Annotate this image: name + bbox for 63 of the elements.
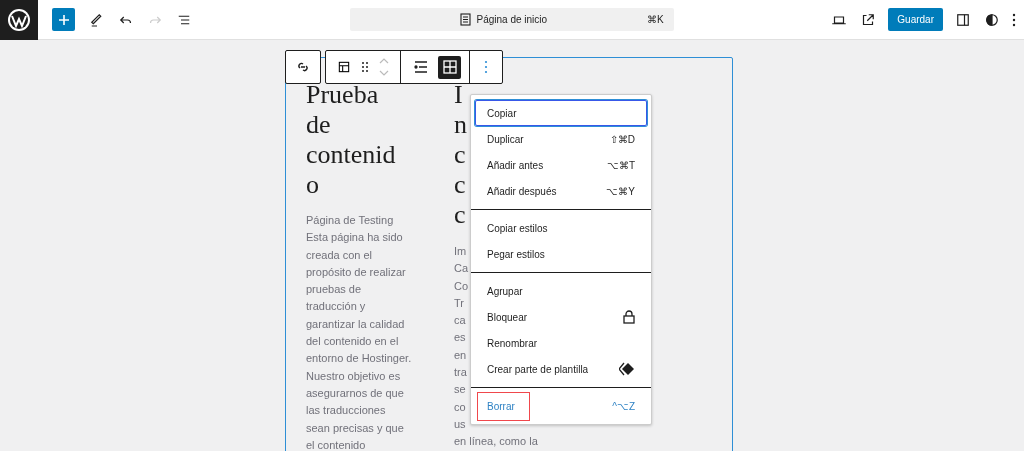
body-text-line: us — [454, 416, 466, 432]
lock-icon — [623, 310, 635, 324]
grid-icon — [442, 60, 457, 74]
more-options-icon[interactable] — [1012, 12, 1016, 27]
body-text-line: Página de Testing — [306, 213, 395, 228]
body-text-line: se — [454, 382, 466, 398]
heading-line: o — [306, 170, 320, 200]
add-block-button[interactable] — [52, 8, 75, 31]
plus-icon — [57, 13, 70, 26]
body-text-line: en — [454, 347, 467, 363]
heading-line: de — [306, 110, 332, 140]
body-text-line: Ca — [454, 261, 469, 277]
heading-line: n — [454, 110, 467, 140]
body-text-line: Nuestro objetivo es — [306, 368, 402, 384]
body-text-line: ca — [454, 313, 466, 329]
body-text-line: co — [454, 399, 466, 415]
link-button[interactable] — [285, 50, 321, 84]
menu-item[interactable]: Agrupar — [475, 278, 647, 304]
drag-handle-icon[interactable] — [362, 61, 368, 73]
body-text-line: Co — [454, 278, 469, 294]
diamond-icon — [619, 362, 635, 376]
heading-line: contenid — [306, 140, 397, 170]
body-text-line: Im — [454, 244, 467, 259]
body-text-line: las traducciones — [306, 403, 387, 419]
save-button[interactable]: Guardar — [888, 8, 943, 31]
options-icon[interactable] — [484, 60, 488, 74]
body-text-line: sean precisas y que — [306, 420, 405, 436]
menu-item[interactable]: Bloquear — [475, 304, 647, 330]
stack-icon — [413, 61, 428, 73]
body-text-line: creada con el — [306, 247, 374, 263]
menu-item[interactable]: Copiar — [475, 100, 647, 126]
link-icon — [297, 62, 309, 72]
heading-line: Prueba — [306, 80, 380, 110]
body-text-line: es — [454, 330, 466, 346]
menu-item[interactable]: Añadir después ⌥⌘Y — [475, 178, 647, 204]
heading-line: c — [454, 170, 466, 200]
page-icon — [459, 13, 471, 26]
body-text-line: pruebas de — [306, 282, 363, 298]
menu-item[interactable]: Pegar estilos — [475, 241, 647, 267]
body-text-line: entorno de Hostinger. — [306, 351, 413, 367]
heading-line: c — [454, 200, 466, 230]
menu-item[interactable]: Renombrar — [475, 330, 647, 356]
menu-item[interactable]: Añadir antes ⌥⌘T — [475, 152, 647, 178]
body-text-line: del contenido en el — [306, 334, 400, 350]
grid-layout-button[interactable] — [438, 55, 461, 79]
body-text-line: asegurarnos de que — [306, 385, 405, 401]
heading-line: I — [454, 80, 463, 110]
body-text-line: Tr — [454, 295, 464, 311]
body-text-line: Esta página ha sido — [306, 230, 404, 246]
layout-icon[interactable] — [336, 59, 352, 75]
body-text-line: propósito de realizar — [306, 264, 407, 280]
body-text-line: garantizar la calidad — [306, 316, 406, 332]
body-text-line: el contenido — [306, 437, 367, 451]
menu-item[interactable]: Crear parte de plantilla — [475, 356, 647, 382]
menu-item[interactable]: Duplicar ⇧⌘D — [475, 126, 647, 152]
heading-line: c — [454, 140, 466, 170]
body-text-line: tra — [454, 365, 467, 381]
menu-item[interactable]: Copiar estilos — [475, 215, 647, 241]
menu-item[interactable]: Borrar ^⌥Z — [475, 393, 647, 419]
command-bar[interactable]: Página de inicio ⌘K — [349, 8, 674, 31]
body-text-line: en línea, como la — [454, 434, 538, 450]
wordpress-logo[interactable] — [0, 0, 38, 40]
body-text-line: traducción y — [306, 299, 367, 315]
